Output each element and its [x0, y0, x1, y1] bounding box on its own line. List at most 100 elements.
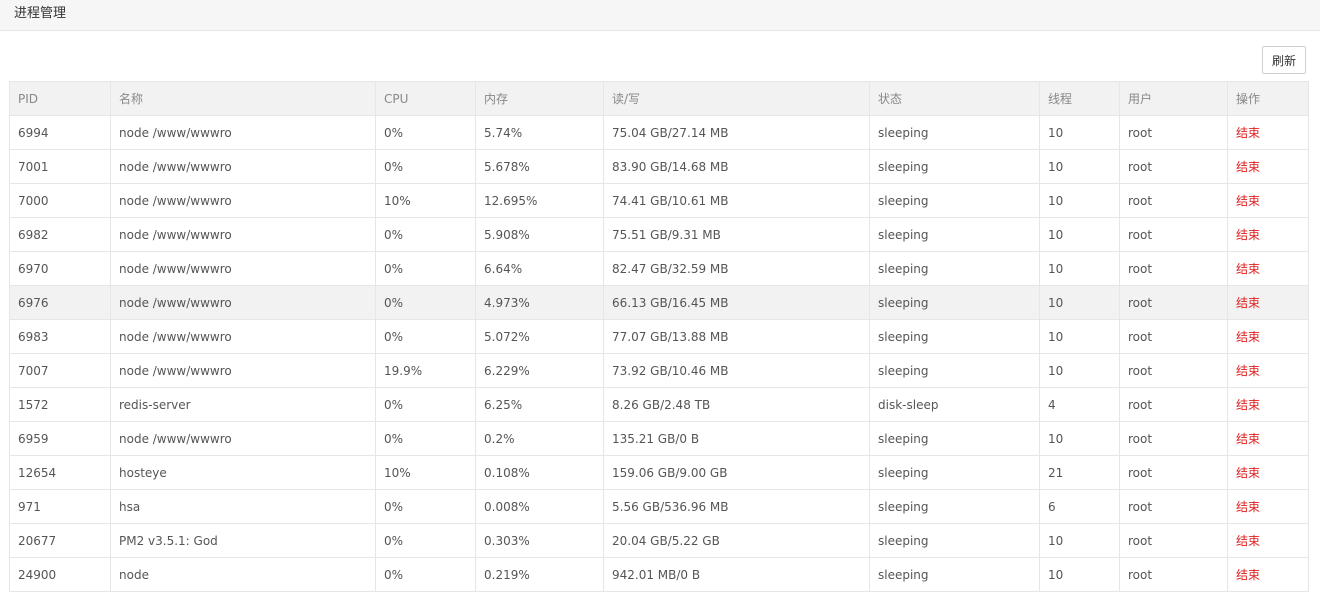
cell-user: root — [1119, 353, 1228, 388]
kill-process-link[interactable]: 结束 — [1236, 534, 1260, 548]
cell-threads: 10 — [1039, 183, 1120, 218]
kill-process-link[interactable]: 结束 — [1236, 160, 1260, 174]
cell-io: 83.90 GB/14.68 MB — [603, 149, 870, 184]
cell-status: sleeping — [869, 319, 1040, 354]
cell-status: sleeping — [869, 523, 1040, 558]
cell-cpu: 0% — [375, 251, 476, 286]
cell-memory: 0.219% — [475, 557, 604, 592]
cell-cpu: 0% — [375, 319, 476, 354]
cell-name: node /www/wwwro — [110, 251, 376, 286]
cell-name: redis-server — [110, 387, 376, 422]
cell-threads: 10 — [1039, 149, 1120, 184]
table-row: 971 hsa 0% 0.008% 5.56 GB/536.96 MB slee… — [9, 489, 1309, 524]
cell-threads: 4 — [1039, 387, 1120, 422]
refresh-button[interactable]: 刷新 — [1262, 46, 1306, 74]
cell-io: 135.21 GB/0 B — [603, 421, 870, 456]
cell-cpu: 19.9% — [375, 353, 476, 388]
cell-io: 66.13 GB/16.45 MB — [603, 285, 870, 320]
table-row: 20677 PM2 v3.5.1: God 0% 0.303% 20.04 GB… — [9, 523, 1309, 558]
cell-pid: 7001 — [9, 149, 111, 184]
cell-cpu: 0% — [375, 149, 476, 184]
cell-cpu: 0% — [375, 217, 476, 252]
cell-action: 结束 — [1227, 353, 1309, 388]
table-row: 6959 node /www/wwwro 0% 0.2% 135.21 GB/0… — [9, 421, 1309, 456]
cell-status: sleeping — [869, 251, 1040, 286]
cell-action: 结束 — [1227, 557, 1309, 592]
cell-cpu: 10% — [375, 455, 476, 490]
cell-io: 159.06 GB/9.00 GB — [603, 455, 870, 490]
cell-memory: 6.25% — [475, 387, 604, 422]
cell-memory: 0.008% — [475, 489, 604, 524]
cell-status: sleeping — [869, 489, 1040, 524]
cell-pid: 24900 — [9, 557, 111, 592]
kill-process-link[interactable]: 结束 — [1236, 194, 1260, 208]
cell-threads: 10 — [1039, 251, 1120, 286]
cell-pid: 6982 — [9, 217, 111, 252]
kill-process-link[interactable]: 结束 — [1236, 126, 1260, 140]
table-row: 24900 node 0% 0.219% 942.01 MB/0 B sleep… — [9, 557, 1309, 592]
process-table-container: PID 名称 CPU 内存 读/写 状态 线程 用户 操作 6994 node … — [9, 81, 1309, 592]
cell-threads: 21 — [1039, 455, 1120, 490]
cell-io: 82.47 GB/32.59 MB — [603, 251, 870, 286]
table-row: 1572 redis-server 0% 6.25% 8.26 GB/2.48 … — [9, 387, 1309, 422]
header-name[interactable]: 名称 — [110, 81, 376, 116]
header-io[interactable]: 读/写 — [603, 81, 870, 116]
header-status[interactable]: 状态 — [869, 81, 1040, 116]
cell-io: 942.01 MB/0 B — [603, 557, 870, 592]
cell-action: 结束 — [1227, 319, 1309, 354]
cell-status: sleeping — [869, 557, 1040, 592]
table-row: 6994 node /www/wwwro 0% 5.74% 75.04 GB/2… — [9, 115, 1309, 150]
table-row: 7001 node /www/wwwro 0% 5.678% 83.90 GB/… — [9, 149, 1309, 184]
cell-status: disk-sleep — [869, 387, 1040, 422]
kill-process-link[interactable]: 结束 — [1236, 568, 1260, 582]
cell-action: 结束 — [1227, 183, 1309, 218]
header-threads[interactable]: 线程 — [1039, 81, 1120, 116]
cell-name: node /www/wwwro — [110, 319, 376, 354]
cell-io: 20.04 GB/5.22 GB — [603, 523, 870, 558]
kill-process-link[interactable]: 结束 — [1236, 330, 1260, 344]
cell-pid: 6959 — [9, 421, 111, 456]
cell-threads: 10 — [1039, 285, 1120, 320]
table-row: 6982 node /www/wwwro 0% 5.908% 75.51 GB/… — [9, 217, 1309, 252]
header-cpu[interactable]: CPU — [375, 81, 476, 116]
kill-process-link[interactable]: 结束 — [1236, 466, 1260, 480]
kill-process-link[interactable]: 结束 — [1236, 500, 1260, 514]
cell-io: 5.56 GB/536.96 MB — [603, 489, 870, 524]
cell-cpu: 0% — [375, 115, 476, 150]
cell-memory: 6.64% — [475, 251, 604, 286]
cell-user: root — [1119, 387, 1228, 422]
cell-status: sleeping — [869, 285, 1040, 320]
kill-process-link[interactable]: 结束 — [1236, 262, 1260, 276]
cell-memory: 4.973% — [475, 285, 604, 320]
kill-process-link[interactable]: 结束 — [1236, 432, 1260, 446]
table-row: 6970 node /www/wwwro 0% 6.64% 82.47 GB/3… — [9, 251, 1309, 286]
kill-process-link[interactable]: 结束 — [1236, 228, 1260, 242]
cell-io: 74.41 GB/10.61 MB — [603, 183, 870, 218]
kill-process-link[interactable]: 结束 — [1236, 296, 1260, 310]
cell-cpu: 0% — [375, 489, 476, 524]
cell-action: 结束 — [1227, 115, 1309, 150]
cell-status: sleeping — [869, 353, 1040, 388]
cell-pid: 1572 — [9, 387, 111, 422]
cell-cpu: 0% — [375, 421, 476, 456]
cell-status: sleeping — [869, 149, 1040, 184]
header-pid[interactable]: PID — [9, 81, 111, 116]
cell-action: 结束 — [1227, 489, 1309, 524]
cell-name: node /www/wwwro — [110, 353, 376, 388]
header-user[interactable]: 用户 — [1119, 81, 1228, 116]
cell-user: root — [1119, 319, 1228, 354]
kill-process-link[interactable]: 结束 — [1236, 398, 1260, 412]
cell-pid: 6983 — [9, 319, 111, 354]
cell-threads: 10 — [1039, 557, 1120, 592]
cell-name: node /www/wwwro — [110, 149, 376, 184]
cell-threads: 10 — [1039, 217, 1120, 252]
header-memory[interactable]: 内存 — [475, 81, 604, 116]
cell-name: node /www/wwwro — [110, 285, 376, 320]
cell-pid: 20677 — [9, 523, 111, 558]
page-title: 进程管理 — [14, 6, 67, 21]
cell-user: root — [1119, 455, 1228, 490]
kill-process-link[interactable]: 结束 — [1236, 364, 1260, 378]
cell-status: sleeping — [869, 183, 1040, 218]
cell-pid: 6994 — [9, 115, 111, 150]
cell-memory: 5.908% — [475, 217, 604, 252]
